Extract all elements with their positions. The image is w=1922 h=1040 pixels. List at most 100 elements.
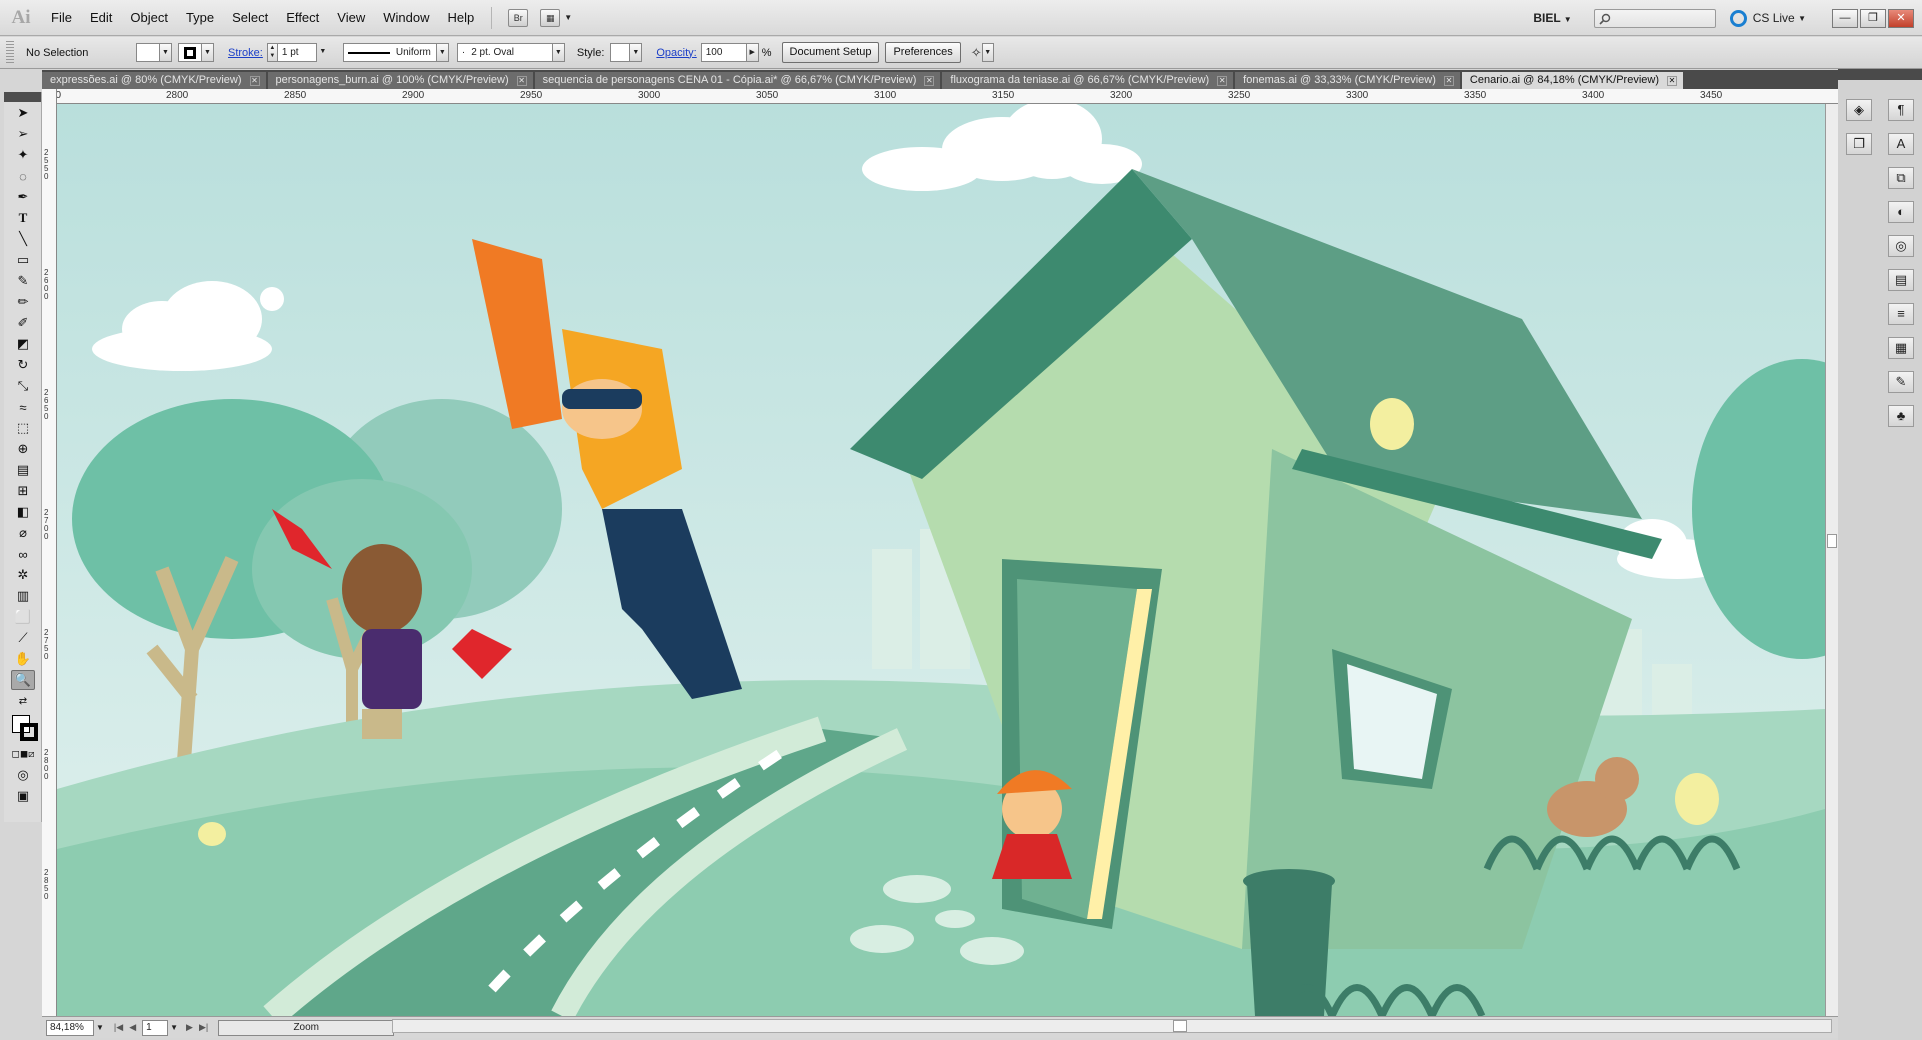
artboard-tool-icon[interactable]: ⬜ (11, 607, 35, 627)
scrollbar-thumb[interactable] (1173, 1020, 1187, 1032)
eraser-tool-icon[interactable]: ◩ (11, 334, 35, 354)
preferences-button[interactable]: Preferences (885, 42, 961, 63)
close-icon[interactable]: ✕ (924, 75, 935, 86)
chevron-down-icon[interactable]: ▼ (96, 1023, 104, 1032)
free-transform-tool-icon[interactable]: ⬚ (11, 418, 35, 438)
tools-panel-header[interactable] (4, 92, 41, 102)
search-input[interactable] (1593, 8, 1716, 28)
stroke-dropdown[interactable]: ▼ (202, 43, 214, 62)
color-guide-icon[interactable]: ◐ (1888, 201, 1914, 223)
first-artboard-icon[interactable]: |◀ (114, 1022, 123, 1033)
screen-mode-icon[interactable]: ▣ (11, 786, 35, 806)
prev-artboard-icon[interactable]: ◀ (129, 1022, 136, 1033)
graphic-style-dropdown[interactable]: ▼ (630, 43, 643, 62)
blend-tool-icon[interactable]: ∞ (11, 544, 35, 564)
fill-dropdown[interactable]: ▼ (160, 43, 172, 62)
column-graph-tool-icon[interactable]: ▥ (11, 586, 35, 606)
menu-type[interactable]: Type (177, 6, 223, 30)
close-icon[interactable]: ✕ (1217, 75, 1228, 86)
transform-icon[interactable]: ⧉ (1888, 167, 1914, 189)
graphic-style-swatch[interactable] (610, 43, 631, 62)
illustration-artwork[interactable] (42, 89, 1838, 1016)
close-icon[interactable]: ✕ (516, 75, 527, 86)
hand-tool-icon[interactable]: ✋ (11, 649, 35, 669)
chevron-down-icon[interactable]: ▼ (170, 1023, 178, 1032)
paragraph-icon[interactable]: ¶ (1888, 99, 1914, 121)
menu-help[interactable]: Help (438, 6, 483, 30)
profile-dropdown[interactable]: ▼ (436, 43, 449, 62)
zoom-level-field[interactable]: 84,18% (46, 1019, 94, 1036)
eyedropper-tool-icon[interactable]: ⌀ (11, 523, 35, 543)
tab-cenario[interactable]: Cenario.ai @ 84,18% (CMYK/Preview) ✕ (1461, 72, 1683, 89)
type-tool-icon[interactable]: T (11, 208, 35, 228)
draw-mode-icon[interactable]: ◎ (11, 765, 35, 785)
artboard-canvas[interactable]: 50 2800 2850 2900 2950 3000 3050 3100 31… (42, 89, 1838, 1016)
close-icon[interactable]: ✕ (1667, 75, 1677, 86)
stroke-label[interactable]: Stroke: (228, 47, 263, 59)
panel-grip[interactable] (6, 40, 14, 65)
stroke-color-box[interactable] (20, 723, 38, 741)
slice-tool-icon[interactable]: ⟋ (11, 628, 35, 648)
next-artboard-icon[interactable]: ▶ (186, 1022, 193, 1033)
stroke-weight-dropdown[interactable]: ▼ (317, 43, 329, 62)
swatches-icon[interactable]: ▦ (1888, 337, 1914, 359)
warp-tool-icon[interactable]: ≈ (11, 397, 35, 417)
vertical-ruler[interactable]: 2550 2600 2650 2700 2750 2800 2850 (42, 89, 57, 1016)
line-tool-icon[interactable]: ╲ (11, 229, 35, 249)
menu-file[interactable]: File (42, 6, 81, 30)
fill-swatch[interactable] (136, 43, 160, 62)
menu-view[interactable]: View (328, 6, 374, 30)
lasso-tool-icon[interactable]: ◌ (11, 166, 35, 186)
rectangle-tool-icon[interactable]: ▭ (11, 250, 35, 270)
zoom-tool-icon[interactable]: 🔍 (11, 670, 35, 690)
pen-tool-icon[interactable]: ✒ (11, 187, 35, 207)
current-tool-status[interactable]: Zoom (218, 1019, 395, 1036)
symbols-icon[interactable]: ♣ (1888, 405, 1914, 427)
tab-sequencia[interactable]: sequencia de personagens CENA 01 - Cópia… (534, 72, 941, 89)
shape-builder-tool-icon[interactable]: ⊕ (11, 439, 35, 459)
stroke-weight-stepper[interactable]: ▲ ▼ (266, 43, 277, 62)
pencil-tool-icon[interactable]: ✏ (11, 292, 35, 312)
menu-select[interactable]: Select (223, 6, 277, 30)
close-button[interactable]: ✕ (1888, 8, 1914, 28)
stroke-swatch[interactable] (178, 43, 202, 62)
restore-button[interactable]: ❐ (1860, 8, 1886, 28)
menu-edit[interactable]: Edit (81, 6, 121, 30)
variable-width-profile[interactable]: Uniform (342, 43, 437, 62)
swap-colors-icon[interactable]: ⇄ (11, 691, 35, 711)
layers-icon[interactable]: ◈ (1846, 99, 1872, 121)
close-icon[interactable]: ✕ (1443, 75, 1454, 86)
artboard-number-field[interactable]: 1 (142, 1019, 169, 1036)
cs-live-button[interactable]: CS Live ▼ (1729, 9, 1806, 27)
stroke-icon[interactable]: ≡ (1888, 303, 1914, 325)
minimize-button[interactable]: — (1832, 8, 1858, 28)
scrollbar-thumb[interactable] (1827, 534, 1837, 548)
close-icon[interactable]: ✕ (249, 75, 260, 86)
direct-selection-tool-icon[interactable]: ➢ (11, 124, 35, 144)
chevron-down-icon[interactable]: ▼ (564, 13, 572, 22)
blob-brush-tool-icon[interactable]: ✐ (11, 313, 35, 333)
tab-personagens-burn[interactable]: personagens_burn.ai @ 100% (CMYK/Preview… (267, 72, 533, 89)
selection-tool-icon[interactable]: ➤ (11, 103, 35, 123)
artboards-icon[interactable]: ❐ (1846, 133, 1872, 155)
menu-effect[interactable]: Effect (277, 6, 328, 30)
arrange-documents-icon[interactable]: ▦ (540, 8, 561, 27)
fill-stroke-selector[interactable] (10, 713, 40, 743)
opacity-dropdown[interactable]: ▶ (746, 43, 759, 62)
appearance-icon[interactable]: ◎ (1888, 235, 1914, 257)
rotate-tool-icon[interactable]: ↻ (11, 355, 35, 375)
tab-fluxograma[interactable]: fluxograma da teniase.ai @ 66,67% (CMYK/… (942, 72, 1234, 89)
brushes-icon[interactable]: ✎ (1888, 371, 1914, 393)
brush-dropdown[interactable]: ▼ (552, 43, 565, 62)
opacity-label[interactable]: Opacity: (656, 47, 696, 59)
tab-fonemas[interactable]: fonemas.ai @ 33,33% (CMYK/Preview) ✕ (1235, 72, 1460, 89)
horizontal-scrollbar[interactable] (392, 1019, 1832, 1033)
tab-expressoes[interactable]: expressões.ai @ 80% (CMYK/Preview) ✕ (42, 72, 266, 89)
isolation-mode-icon[interactable]: ✧ (971, 45, 982, 61)
magic-wand-tool-icon[interactable]: ✦ (11, 145, 35, 165)
menu-object[interactable]: Object (121, 6, 177, 30)
brush-definition[interactable]: · 2 pt. Oval (456, 43, 553, 62)
character-icon[interactable]: A (1888, 133, 1914, 155)
bridge-button[interactable]: Br (508, 8, 529, 27)
stroke-weight-field[interactable]: 1 pt (276, 43, 317, 62)
